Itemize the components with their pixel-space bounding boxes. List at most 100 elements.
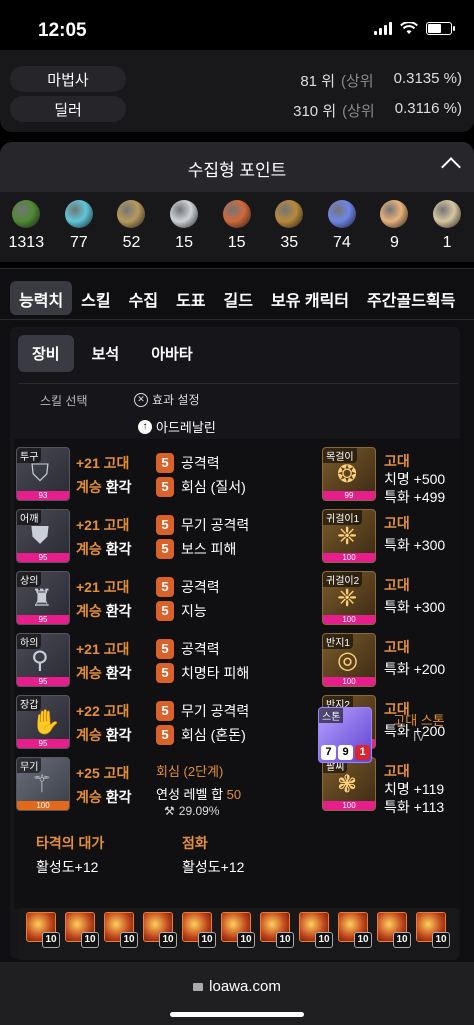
engraving-level: 5	[156, 725, 174, 745]
effect-setting-label: 효과 설정	[152, 393, 200, 407]
skill-select-label[interactable]: 스킬 선택	[40, 392, 88, 409]
collection-item[interactable]: 52	[105, 200, 158, 252]
ability-stone-icon[interactable]: 스톤 7 9 1	[318, 707, 372, 763]
collection-list: 1313 77 52 15 15 35 74 9 1	[0, 200, 474, 252]
home-indicator[interactable]	[170, 1012, 304, 1017]
subtab-1[interactable]: 보석	[78, 335, 134, 372]
accessory-row[interactable]: 반지1 ◎ 100 고대 특화 +200	[314, 633, 460, 689]
earring-icon[interactable]: 귀걸이2 ❈ 100	[322, 571, 376, 625]
gloves-icon[interactable]: 장갑 ✋ 95	[16, 695, 70, 749]
succession-label: 계승	[76, 665, 102, 681]
equipment-row[interactable]: 상의 ♜ 95 +21 고대 계승 환각 5 공격력 5 지능	[14, 571, 314, 627]
ring-icon[interactable]: 반지1 ◎ 100	[322, 633, 376, 687]
grade-line: 계승 환각	[76, 725, 132, 745]
collection-count: 52	[122, 234, 141, 251]
necklace-icon[interactable]: 목걸이 ❂ 99	[322, 447, 376, 501]
earring-glyph-icon: ❈	[337, 523, 358, 550]
equipment-row-weapon[interactable]: 무기 ⚚ 100 +25 고대 계승 환각 회심 (2단계) 연성 레벨 합 50…	[14, 757, 314, 818]
ranking-rank: 81 위	[300, 73, 335, 90]
accessory-row[interactable]: 귀걸이1 ❈ 100 고대특화 +300	[314, 509, 460, 565]
bracelet-icon[interactable]: 팔찌 ❃ 100	[322, 757, 376, 811]
tab-2[interactable]: 수집	[120, 281, 167, 315]
equipment-row[interactable]: 투구 ⛉ 93 +21 고대 계승 환각 5 공격력 5 회심 (질서)	[14, 447, 314, 503]
gem-level: 10	[315, 932, 333, 948]
helmet-icon[interactable]: 투구 ⛉ 93	[16, 447, 70, 501]
engraving-level: 5	[156, 639, 174, 659]
gloves-glyph-icon: ✋	[31, 709, 61, 736]
quality-bar: 100	[323, 615, 375, 624]
ranking-value: 310 위 (상위 0.3116 %)	[293, 100, 462, 121]
accessory-row[interactable]: 귀걸이2 ❈ 100 고대 특화 +300	[314, 571, 460, 627]
chest-armor-icon[interactable]: 상의 ♜ 95	[16, 571, 70, 625]
staff-icon: ⚚	[31, 771, 53, 798]
accessory-grade: 고대	[384, 515, 410, 531]
adrenaline-toggle[interactable]: ↑ 아드레날린	[138, 417, 216, 436]
grade-label: 환각	[105, 603, 132, 619]
grade-label: 환각	[105, 727, 132, 743]
tab-5[interactable]: 보유 캐릭터	[262, 281, 358, 315]
equipment-grid: 무기 ⚚ 100 +25 고대 계승 환각 회심 (2단계) 연성 레벨 합 50…	[14, 439, 460, 909]
accessory-stat: 치명 +119	[384, 781, 445, 797]
subtab-0[interactable]: 장비	[18, 335, 74, 372]
accessory-row[interactable]: 팔찌 ❃ 100 고대 치명 +119 특화 +113	[314, 757, 460, 815]
telescope-icon	[275, 200, 304, 228]
main-tabs: 능력치 스킬 수집 도표 길드 보유 캐릭터 주간골드획득	[10, 281, 474, 315]
effect-setting-button[interactable]: ✕ 효과 설정	[134, 391, 200, 408]
weapon-refine-line: 연성 레벨 합 50	[156, 784, 241, 803]
collection-count: 1	[442, 234, 452, 251]
weapon-icon[interactable]: 무기 ⚚ 100	[16, 757, 70, 811]
accessory-stat: 특화 +300	[384, 537, 446, 553]
ranking-top-label: (상위	[341, 73, 374, 90]
ranking-percent: 0.3116 %)	[394, 100, 462, 117]
giant-heart-icon	[170, 200, 199, 228]
earring-icon[interactable]: 귀걸이1 ❈ 100	[322, 509, 376, 563]
collection-item[interactable]: 1313	[0, 200, 53, 252]
weapon-extra-effect: 회심 (2단계)	[156, 761, 223, 780]
engraving: 5 치명타 피해	[156, 663, 249, 683]
upgrade-level: +21 고대	[76, 455, 130, 471]
engraving-name: 공격력	[181, 579, 220, 595]
subtab-2[interactable]: 아바타	[137, 335, 206, 372]
engraving: 5 공격력	[156, 577, 220, 597]
hammer-icon: ⚒	[164, 804, 175, 818]
url-field[interactable]: loawa.com	[0, 978, 474, 995]
tab-6[interactable]: 주간골드획득	[358, 281, 464, 315]
tab-1[interactable]: 스킬	[72, 281, 119, 315]
equipment-row[interactable]: 장갑 ✋ 95 +22 고대 계승 환각 5 무기 공격력 5 회심 (혼돈)	[14, 695, 314, 751]
collection-item[interactable]: 35	[263, 200, 316, 252]
collection-item[interactable]: 77	[53, 200, 106, 252]
stone-level: 9	[338, 745, 353, 760]
upgrade-level: +21 고대	[76, 579, 130, 595]
battery-icon	[426, 22, 455, 35]
engraving-name: 회심 (질서)	[181, 479, 246, 495]
accessory-row[interactable]: 목걸이 ❂ 99 고대 치명 +500 특화 +499	[314, 447, 460, 505]
ranking-percent: 0.3135 %)	[393, 70, 462, 87]
succession-label: 계승	[76, 603, 102, 619]
equipment-row[interactable]: 어깨 ⛊ 95 +21 고대 계승 환각 5 무기 공격력 5 보스 피해	[14, 509, 314, 565]
quality-bar: 100	[323, 677, 375, 686]
ranking-card: 마법사 81 위 (상위 0.3135 %) 딜러 310 위 (상위 0.31…	[0, 50, 474, 132]
tab-3[interactable]: 도표	[167, 281, 214, 315]
collection-item[interactable]: 15	[210, 200, 263, 252]
tab-0[interactable]: 능력치	[10, 281, 73, 315]
engraving-level: 5	[156, 453, 174, 473]
ranking-value: 81 위 (상위 0.3135 %)	[300, 70, 462, 91]
system-icons	[374, 22, 455, 35]
quality-bar: 95	[17, 677, 69, 686]
set-effect-value: 활성도+12	[36, 859, 99, 875]
collection-item[interactable]: 74	[316, 200, 369, 252]
succession-label: 계승	[76, 789, 102, 805]
ranking-row-role: 딜러 310 위 (상위 0.3116 %)	[0, 96, 474, 124]
shoulder-icon[interactable]: 어깨 ⛊ 95	[16, 509, 70, 563]
engraving-level: 5	[156, 515, 174, 535]
grade-label: 환각	[105, 541, 132, 557]
pants-icon[interactable]: 하의 ⚲ 95	[16, 633, 70, 687]
collection-item[interactable]: 15	[158, 200, 211, 252]
tab-4[interactable]: 길드	[215, 281, 262, 315]
collection-item[interactable]: 9	[368, 200, 421, 252]
ignea-token-icon	[222, 200, 251, 228]
collection-header[interactable]: 수집형 포인트	[0, 142, 474, 192]
equipment-row[interactable]: 하의 ⚲ 95 +21 고대 계승 환각 5 공격력 5 치명타 피해	[14, 633, 314, 689]
stone-tier: IV	[412, 729, 426, 744]
collection-item[interactable]: 1	[421, 200, 474, 252]
